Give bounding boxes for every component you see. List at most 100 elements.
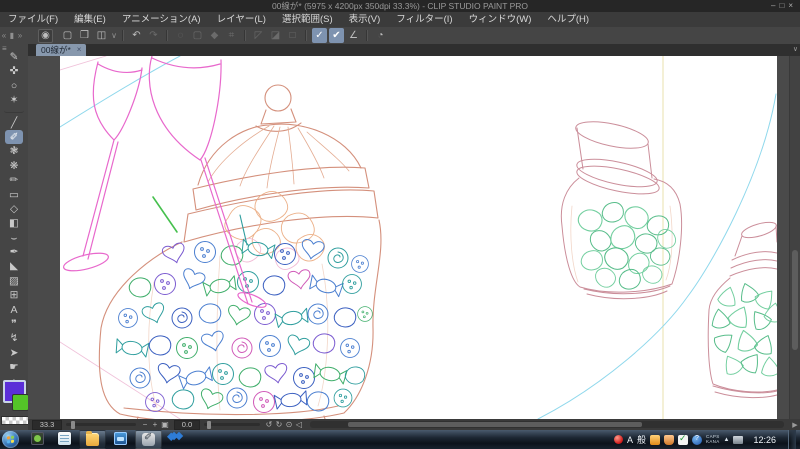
show-desktop-button[interactable] [788,430,796,449]
start-button[interactable] [2,431,19,448]
eyedropper-tool-icon[interactable]: ╱ [5,116,23,130]
rotate-right-icon[interactable]: ↻ [274,420,284,430]
flip-horizontal-icon[interactable]: ◁ [294,420,304,430]
selection-launcher-icon[interactable]: ◸ [251,28,266,43]
soft-eraser-tool-icon[interactable]: ▭ [5,188,23,202]
tab-close-icon[interactable]: × [77,44,82,56]
menu-item[interactable]: 表示(V) [341,12,389,27]
rotation-slider[interactable] [204,423,260,426]
brush-tool-icon[interactable]: ✐ [5,130,23,144]
maximize-button[interactable]: □ [779,1,788,10]
taskbar-app-notepad[interactable] [52,430,77,447]
taskbar-app-explorer[interactable] [79,430,106,449]
rotation-value[interactable]: 0.0 [174,420,200,430]
undo-icon[interactable]: ↶ [129,28,144,43]
taskbar-clock[interactable]: 12:26 [747,435,784,445]
lasso-tool-icon[interactable]: ○ [5,79,23,93]
text-tool-icon[interactable]: A [5,303,23,317]
reselect-icon[interactable]: ▢ [190,28,205,43]
invert-selection-icon[interactable]: ◆ [207,28,222,43]
caps-kana-indicator[interactable]: CAPS KANA [706,435,719,444]
clip-studio-logo-icon[interactable]: ◉ [38,29,53,43]
ime-tools-icon[interactable] [650,435,660,445]
clip-studio-support-icon[interactable]: ◔ [373,28,388,43]
menu-item[interactable]: ヘルプ(H) [539,12,597,27]
menu-item[interactable]: ファイル(F) [0,12,66,27]
gradient-tool-icon[interactable]: ▨ [5,274,23,288]
deselect-icon[interactable]: ◌ [173,28,188,43]
taskbar-app-blue-media[interactable] [108,430,133,447]
zoom-slider[interactable] [66,423,136,426]
tab-overflow-icon[interactable]: ∨ [793,45,798,53]
snap-to-ruler-icon[interactable]: ✓ [312,28,327,43]
magic-wand-tool-icon[interactable]: ✶ [5,93,23,107]
show-hidden-icons-button[interactable]: ▲ [724,437,730,443]
menu-item[interactable]: フィルター(I) [388,12,460,27]
tray-notification-icon[interactable] [614,435,623,444]
menu-item[interactable]: ウィンドウ(W) [461,12,540,27]
menu-item[interactable]: レイヤー(L) [209,12,274,27]
transparent-color-swatch[interactable] [1,416,29,425]
sub-color-swatch[interactable] [12,394,29,411]
rotate-left-icon[interactable]: ↺ [264,420,274,430]
vertical-scrollbar[interactable] [789,56,800,419]
fill-tool-icon[interactable]: ◧ [5,216,23,230]
ime-conversion-indicator[interactable]: 般 [637,433,646,446]
dock-collapse-right-icon[interactable]: » [16,28,24,43]
snap-to-grid-icon[interactable]: ∠ [346,28,361,43]
eraser-tool-icon[interactable]: ◇ [5,202,23,216]
zoom-in-button[interactable]: + [150,420,160,430]
divider[interactable] [366,30,368,41]
open-file-icon[interactable]: ❒ [77,28,92,43]
blend-tool-icon[interactable]: ✒ [5,245,23,259]
menu-item[interactable]: 選択範囲(S) [274,12,341,27]
reset-rotation-icon[interactable]: ⊙ [284,420,294,430]
divider[interactable] [122,30,124,41]
horizontal-scrollbar[interactable] [310,421,784,428]
dock-handle-icon[interactable]: ▮ [8,28,16,43]
snap-to-special-ruler-icon[interactable]: ✔ [329,28,344,43]
horizontal-scrollbar-thumb[interactable] [348,422,642,427]
ime-dictionary-icon[interactable] [678,435,688,445]
airbrush-tool-icon[interactable]: ❃ [5,144,23,158]
divider[interactable] [305,30,307,41]
dock-collapse-left-icon[interactable]: « [0,28,8,43]
menu-item[interactable]: アニメーション(A) [114,12,209,27]
taskbar-app-green-tool[interactable] [25,430,50,447]
hand-tool-icon[interactable]: ☛ [5,360,23,374]
taskbar-app-clip-studio[interactable] [135,430,162,449]
decoration-tool-icon[interactable]: ❋ [5,159,23,173]
transform-selection-icon[interactable]: ⌗ [224,28,239,43]
new-canvas-icon[interactable]: ▢ [60,28,75,43]
divider[interactable] [166,30,168,41]
correction-line-tool-icon[interactable]: ↯ [5,331,23,345]
object-tool-icon[interactable]: ➤ [5,346,23,360]
fit-to-screen-button[interactable]: ▣ [160,420,170,430]
vertical-scrollbar-thumb[interactable] [792,250,798,350]
zoom-value[interactable]: 33.3 [32,420,62,430]
ime-pad-icon[interactable] [664,435,674,445]
fill-selection-icon[interactable]: ◪ [268,28,283,43]
frame-border-tool-icon[interactable]: ⊞ [5,288,23,302]
save-dropdown-icon[interactable]: ∨ [110,28,118,43]
pen-tool-icon[interactable]: ✎ [5,50,23,64]
move-tool-icon[interactable]: ✜ [5,64,23,78]
taskbar-app-dropbox[interactable] [164,430,189,447]
figure-tool-icon[interactable]: ◣ [5,259,23,273]
close-button[interactable]: × [788,1,797,10]
clear-selection-icon[interactable]: □ [285,28,300,43]
canvas-tab[interactable]: 00線が* × [36,44,86,56]
zoom-out-button[interactable]: − [140,420,150,430]
tablet-driver-icon[interactable] [733,436,743,444]
statusbar-overflow-icon[interactable]: ▶ [790,421,800,429]
redo-icon[interactable]: ↷ [146,28,161,43]
divider[interactable] [4,108,24,113]
ime-mode-indicator[interactable]: A [627,435,633,445]
pencil-tool-icon[interactable]: ✏ [5,173,23,187]
save-icon[interactable]: ◫ [94,28,109,43]
divider[interactable] [244,30,246,41]
menu-item[interactable]: 編集(E) [66,12,114,27]
ime-help-icon[interactable] [692,435,702,445]
drawing-canvas[interactable] [60,56,777,419]
balloon-tool-icon[interactable]: ❞ [5,317,23,331]
